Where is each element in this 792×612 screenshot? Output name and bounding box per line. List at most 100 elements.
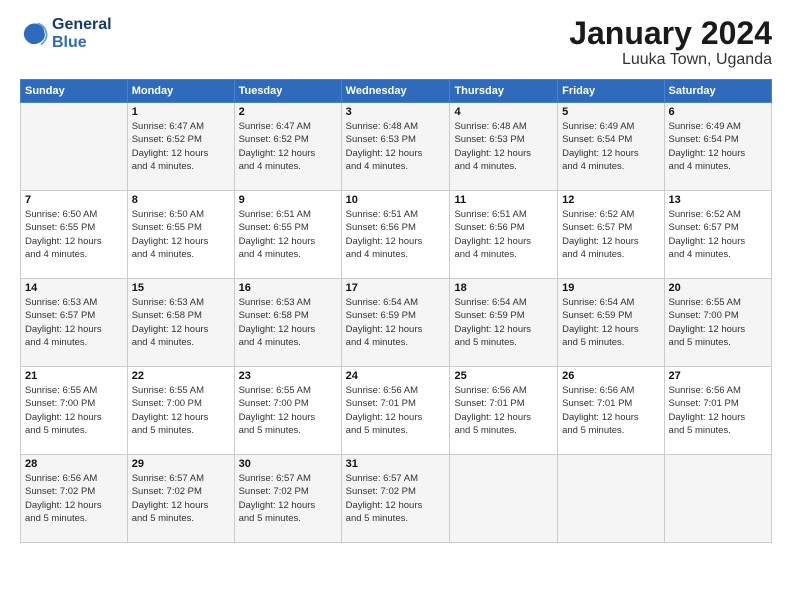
logo-text: General Blue	[52, 16, 112, 51]
header-cell-wednesday: Wednesday	[341, 80, 450, 103]
day-number: 28	[25, 458, 123, 470]
day-cell	[664, 455, 771, 543]
day-info: Sunrise: 6:54 AM Sunset: 6:59 PM Dayligh…	[346, 296, 446, 349]
day-cell: 25 Sunrise: 6:56 AM Sunset: 7:01 PM Dayli…	[450, 367, 558, 455]
day-info: Sunrise: 6:50 AM Sunset: 6:55 PM Dayligh…	[132, 208, 230, 261]
day-cell: 15 Sunrise: 6:53 AM Sunset: 6:58 PM Dayli…	[127, 279, 234, 367]
day-cell: 8 Sunrise: 6:50 AM Sunset: 6:55 PM Daylig…	[127, 191, 234, 279]
day-info: Sunrise: 6:54 AM Sunset: 6:59 PM Dayligh…	[562, 296, 659, 349]
day-number: 20	[669, 282, 767, 294]
day-info: Sunrise: 6:48 AM Sunset: 6:53 PM Dayligh…	[346, 120, 446, 173]
day-number: 13	[669, 194, 767, 206]
day-number: 17	[346, 282, 446, 294]
day-number: 22	[132, 370, 230, 382]
day-cell: 2Sunrise: 6:47 AM Sunset: 6:52 PM Daylig…	[234, 103, 341, 191]
day-number: 8	[132, 194, 230, 206]
week-row-4: 21 Sunrise: 6:55 AM Sunset: 7:00 PM Dayli…	[21, 367, 772, 455]
week-row-2: 7 Sunrise: 6:50 AM Sunset: 6:55 PM Daylig…	[21, 191, 772, 279]
title-block: January 2024 Luuka Town, Uganda	[569, 16, 772, 69]
day-cell	[450, 455, 558, 543]
day-number: 14	[25, 282, 123, 294]
day-number: 6	[669, 106, 767, 118]
day-cell: 12 Sunrise: 6:52 AM Sunset: 6:57 PM Dayli…	[558, 191, 664, 279]
day-number: 27	[669, 370, 767, 382]
day-cell: 4 Sunrise: 6:48 AM Sunset: 6:53 PM Daylig…	[450, 103, 558, 191]
day-number: 25	[454, 370, 553, 382]
day-info: Sunrise: 6:53 AM Sunset: 6:58 PM Dayligh…	[132, 296, 230, 349]
header-cell-thursday: Thursday	[450, 80, 558, 103]
day-cell: 7 Sunrise: 6:50 AM Sunset: 6:55 PM Daylig…	[21, 191, 128, 279]
day-number: 4	[454, 106, 553, 118]
day-info: Sunrise: 6:51 AM Sunset: 6:55 PM Dayligh…	[239, 208, 337, 261]
day-cell: 21 Sunrise: 6:55 AM Sunset: 7:00 PM Dayli…	[21, 367, 128, 455]
day-number: 16	[239, 282, 337, 294]
day-info: Sunrise: 6:52 AM Sunset: 6:57 PM Dayligh…	[562, 208, 659, 261]
day-cell: 6 Sunrise: 6:49 AM Sunset: 6:54 PM Daylig…	[664, 103, 771, 191]
header-cell-tuesday: Tuesday	[234, 80, 341, 103]
day-info: Sunrise: 6:55 AM Sunset: 7:00 PM Dayligh…	[132, 384, 230, 437]
day-cell: 19 Sunrise: 6:54 AM Sunset: 6:59 PM Dayli…	[558, 279, 664, 367]
day-number: 9	[239, 194, 337, 206]
day-info: Sunrise: 6:49 AM Sunset: 6:54 PM Dayligh…	[562, 120, 659, 173]
day-cell: 29 Sunrise: 6:57 AM Sunset: 7:02 PM Dayli…	[127, 455, 234, 543]
day-number: 11	[454, 194, 553, 206]
day-number: 29	[132, 458, 230, 470]
logo-icon	[20, 20, 48, 48]
day-info: Sunrise: 6:56 AM Sunset: 7:01 PM Dayligh…	[562, 384, 659, 437]
day-number: 24	[346, 370, 446, 382]
day-cell: 20 Sunrise: 6:55 AM Sunset: 7:00 PM Dayli…	[664, 279, 771, 367]
day-cell: 3Sunrise: 6:48 AM Sunset: 6:53 PM Daylig…	[341, 103, 450, 191]
day-cell: 22 Sunrise: 6:55 AM Sunset: 7:00 PM Dayli…	[127, 367, 234, 455]
day-number: 30	[239, 458, 337, 470]
day-cell: 16Sunrise: 6:53 AM Sunset: 6:58 PM Dayli…	[234, 279, 341, 367]
day-info: Sunrise: 6:48 AM Sunset: 6:53 PM Dayligh…	[454, 120, 553, 173]
header-cell-saturday: Saturday	[664, 80, 771, 103]
day-info: Sunrise: 6:53 AM Sunset: 6:57 PM Dayligh…	[25, 296, 123, 349]
calendar-title: January 2024	[569, 16, 772, 51]
day-info: Sunrise: 6:50 AM Sunset: 6:55 PM Dayligh…	[25, 208, 123, 261]
day-info: Sunrise: 6:55 AM Sunset: 7:00 PM Dayligh…	[669, 296, 767, 349]
day-cell: 18 Sunrise: 6:54 AM Sunset: 6:59 PM Dayli…	[450, 279, 558, 367]
day-info: Sunrise: 6:56 AM Sunset: 7:02 PM Dayligh…	[25, 472, 123, 525]
day-cell: 5 Sunrise: 6:49 AM Sunset: 6:54 PM Daylig…	[558, 103, 664, 191]
calendar-table: SundayMondayTuesdayWednesdayThursdayFrid…	[20, 79, 772, 543]
day-cell: 17 Sunrise: 6:54 AM Sunset: 6:59 PM Dayli…	[341, 279, 450, 367]
day-cell: 23Sunrise: 6:55 AM Sunset: 7:00 PM Dayli…	[234, 367, 341, 455]
day-number: 10	[346, 194, 446, 206]
day-number: 7	[25, 194, 123, 206]
day-number: 18	[454, 282, 553, 294]
day-cell: 26 Sunrise: 6:56 AM Sunset: 7:01 PM Dayli…	[558, 367, 664, 455]
day-number: 21	[25, 370, 123, 382]
day-info: Sunrise: 6:52 AM Sunset: 6:57 PM Dayligh…	[669, 208, 767, 261]
day-info: Sunrise: 6:55 AM Sunset: 7:00 PM Dayligh…	[25, 384, 123, 437]
day-info: Sunrise: 6:51 AM Sunset: 6:56 PM Dayligh…	[454, 208, 553, 261]
day-number: 12	[562, 194, 659, 206]
day-info: Sunrise: 6:49 AM Sunset: 6:54 PM Dayligh…	[669, 120, 767, 173]
day-cell	[21, 103, 128, 191]
header-cell-monday: Monday	[127, 80, 234, 103]
day-number: 15	[132, 282, 230, 294]
day-info: Sunrise: 6:56 AM Sunset: 7:01 PM Dayligh…	[454, 384, 553, 437]
week-row-3: 14 Sunrise: 6:53 AM Sunset: 6:57 PM Dayli…	[21, 279, 772, 367]
day-info: Sunrise: 6:47 AM Sunset: 6:52 PM Dayligh…	[239, 120, 337, 173]
day-cell: 9 Sunrise: 6:51 AM Sunset: 6:55 PM Daylig…	[234, 191, 341, 279]
header: General Blue January 2024 Luuka Town, Ug…	[20, 16, 772, 69]
day-info: Sunrise: 6:57 AM Sunset: 7:02 PM Dayligh…	[346, 472, 446, 525]
week-row-5: 28 Sunrise: 6:56 AM Sunset: 7:02 PM Dayli…	[21, 455, 772, 543]
day-info: Sunrise: 6:54 AM Sunset: 6:59 PM Dayligh…	[454, 296, 553, 349]
day-info: Sunrise: 6:57 AM Sunset: 7:02 PM Dayligh…	[239, 472, 337, 525]
header-cell-sunday: Sunday	[21, 80, 128, 103]
day-cell: 27 Sunrise: 6:56 AM Sunset: 7:01 PM Dayli…	[664, 367, 771, 455]
day-info: Sunrise: 6:56 AM Sunset: 7:01 PM Dayligh…	[346, 384, 446, 437]
day-cell: 28 Sunrise: 6:56 AM Sunset: 7:02 PM Dayli…	[21, 455, 128, 543]
day-number: 23	[239, 370, 337, 382]
day-number: 26	[562, 370, 659, 382]
day-cell: 11 Sunrise: 6:51 AM Sunset: 6:56 PM Dayli…	[450, 191, 558, 279]
day-number: 5	[562, 106, 659, 118]
day-cell: 10Sunrise: 6:51 AM Sunset: 6:56 PM Dayli…	[341, 191, 450, 279]
day-number: 19	[562, 282, 659, 294]
day-info: Sunrise: 6:57 AM Sunset: 7:02 PM Dayligh…	[132, 472, 230, 525]
day-info: Sunrise: 6:56 AM Sunset: 7:01 PM Dayligh…	[669, 384, 767, 437]
calendar-subtitle: Luuka Town, Uganda	[569, 51, 772, 69]
week-row-1: 1Sunrise: 6:47 AM Sunset: 6:52 PM Daylig…	[21, 103, 772, 191]
